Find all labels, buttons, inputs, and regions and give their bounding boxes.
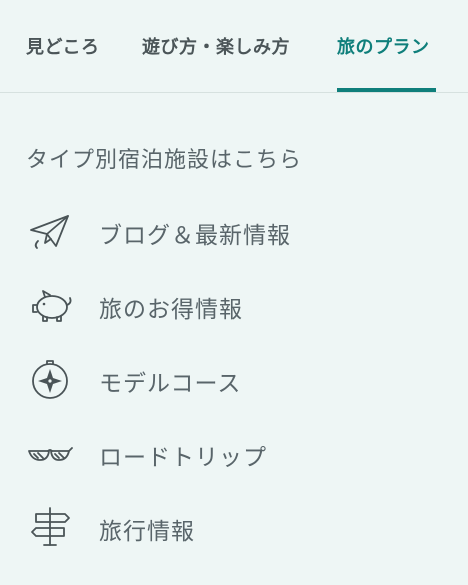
menu-item-deals[interactable]: 旅のお得情報: [0, 274, 468, 334]
menu-item-blog[interactable]: ブログ＆最新情報: [0, 200, 468, 260]
tab-bar: 見どころ 遊び方・楽しみ方 旅のプラン: [0, 0, 468, 93]
tab-highlights[interactable]: 見どころ: [26, 33, 99, 59]
accommodation-types-link[interactable]: タイプ別宿泊施設はこちら: [26, 142, 302, 174]
menu-item-travel-info[interactable]: 旅行情報: [0, 496, 468, 556]
signpost-icon: [26, 502, 74, 550]
menu-item-label: 旅のお得情報: [99, 297, 243, 323]
menu-item-label: ロードトリップ: [99, 445, 267, 471]
paper-plane-icon: [26, 206, 74, 254]
piggy-bank-icon: [26, 280, 74, 328]
sunglasses-icon: [26, 428, 74, 476]
menu-item-label: 旅行情報: [99, 519, 195, 545]
compass-icon: [26, 354, 74, 402]
menu-item-label: ブログ＆最新情報: [99, 223, 291, 249]
active-tab-indicator: [337, 88, 436, 92]
menu-item-label: モデルコース: [99, 371, 242, 397]
menu-item-model-courses[interactable]: モデルコース: [0, 348, 468, 408]
tab-travel-plans[interactable]: 旅のプラン: [337, 33, 430, 59]
menu-item-road-trip[interactable]: ロードトリップ: [0, 422, 468, 482]
tab-activities[interactable]: 遊び方・楽しみ方: [142, 33, 290, 59]
